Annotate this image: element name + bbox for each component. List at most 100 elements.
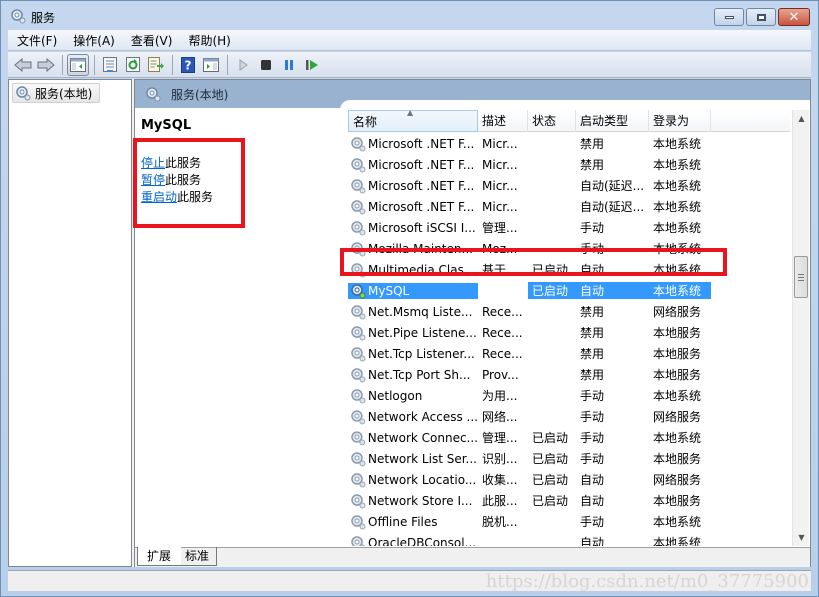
menu-action[interactable]: 操作(A) <box>65 30 123 51</box>
back-arrow-icon <box>14 57 32 72</box>
export-list-icon <box>148 57 164 72</box>
service-startup-type: 禁用 <box>580 158 605 172</box>
service-description: Prov... <box>482 367 519 382</box>
service-description: Micr... <box>482 178 518 193</box>
table-row[interactable]: Network Access ... 网络... 手动 网络服务 <box>348 406 790 427</box>
service-description: Rece... <box>482 304 523 319</box>
scroll-up-arrow-icon[interactable]: ▲ <box>793 110 810 127</box>
toolbar-separator <box>94 54 95 75</box>
table-row[interactable]: Netlogon 为用... 手动 本地系统 <box>348 385 790 406</box>
start-service-button[interactable] <box>232 54 254 76</box>
column-header-startup-type[interactable]: 启动类型 <box>576 110 649 132</box>
scrollbar-thumb[interactable] <box>794 256 808 298</box>
service-gear-icon <box>351 220 366 235</box>
service-name: Network Connec... <box>367 430 478 445</box>
menu-view[interactable]: 查看(V) <box>123 30 181 51</box>
table-row[interactable]: Network List Ser... 识别... 已启动 手动 本地服务 <box>348 448 790 469</box>
services-gear-icon <box>16 86 31 101</box>
properties-button[interactable] <box>99 54 121 76</box>
service-name: Netlogon <box>368 388 423 403</box>
pause-service-button[interactable] <box>278 54 300 76</box>
service-name: Network Access ... <box>367 409 478 424</box>
show-hide-action-pane-button[interactable] <box>200 54 222 76</box>
service-gear-icon <box>351 304 366 319</box>
table-row[interactable]: Microsoft .NET F... Micr... 自动(延迟... 本地系统 <box>348 196 790 217</box>
service-gear-icon <box>351 409 366 424</box>
service-gear-icon <box>351 514 366 529</box>
column-header-name[interactable]: ▲ 名称 <box>348 108 478 132</box>
service-name-cell: Mozilla Mainten... <box>348 241 478 257</box>
back-button[interactable] <box>12 54 34 76</box>
service-description: 为用... <box>482 389 518 403</box>
table-row[interactable]: Network Locatio... 收集... 已启动 自动 网络服务 <box>348 469 790 490</box>
stop-service-button[interactable] <box>255 54 277 76</box>
minimize-button[interactable] <box>714 8 744 26</box>
service-log-on-as: 本地服务 <box>653 326 702 340</box>
menu-help[interactable]: 帮助(H) <box>180 30 238 51</box>
restart-service-button[interactable] <box>301 54 323 76</box>
service-gear-icon <box>351 388 366 403</box>
table-row[interactable]: Microsoft .NET F... Micr... 自动(延迟... 本地系统 <box>348 175 790 196</box>
service-startup-type: 手动 <box>580 242 605 256</box>
column-label: 名称 <box>353 115 378 129</box>
service-description: Rece... <box>482 346 523 361</box>
table-row[interactable]: Net.Tcp Port Sh... Prov... 禁用 本地服务 <box>348 364 790 385</box>
table-row[interactable]: Network Store I... 此服... 已启动 自动 本地服务 <box>348 490 790 511</box>
column-label: 状态 <box>532 114 557 128</box>
service-gear-icon <box>351 178 366 193</box>
show-hide-console-tree-button[interactable] <box>67 53 89 76</box>
service-name: Microsoft .NET F... <box>368 157 475 172</box>
table-row[interactable]: Microsoft iSCSI I... 管理... 手动 本地系统 <box>348 217 790 238</box>
table-row[interactable]: Net.Tcp Listener... Rece... 禁用 本地服务 <box>348 343 790 364</box>
window-title: 服务 <box>31 11 56 25</box>
service-name-cell: Microsoft iSCSI I... <box>348 220 478 236</box>
column-header-description[interactable]: 描述 <box>478 110 528 132</box>
table-row-selected[interactable]: MySQL 已启动 自动 本地系统 <box>348 280 790 301</box>
tab-standard[interactable]: 标准 <box>177 547 217 566</box>
service-name-cell: Net.Tcp Listener... <box>348 346 478 362</box>
table-row[interactable]: Microsoft .NET F... Micr... 禁用 本地系统 <box>348 154 790 175</box>
export-list-button[interactable] <box>145 54 167 76</box>
service-startup-type: 自动 <box>580 494 605 508</box>
column-header-filler <box>711 110 790 132</box>
vertical-scrollbar[interactable]: ▲ ▼ <box>792 110 809 546</box>
service-startup-type: 自动 <box>576 282 649 299</box>
view-tabs: 扩展 标准 <box>135 547 810 567</box>
table-row[interactable]: OracleDBConsol... 自动 本地系统 <box>348 532 790 546</box>
help-button[interactable]: ? <box>177 54 199 76</box>
service-log-on-as: 本地系统 <box>653 137 702 151</box>
service-description: Moz... <box>482 241 518 256</box>
service-name: Microsoft .NET F... <box>368 178 475 193</box>
service-gear-icon <box>351 262 366 277</box>
table-row[interactable]: Offline Files 脱机... 手动 本地系统 <box>348 511 790 532</box>
table-row[interactable]: Mozilla Mainten... Moz... 手动 本地系统 <box>348 238 790 259</box>
table-row[interactable]: Net.Msmq Liste... Rece... 禁用 网络服务 <box>348 301 790 322</box>
refresh-button[interactable] <box>122 54 144 76</box>
service-name: Net.Msmq Liste... <box>368 304 473 319</box>
service-gear-icon <box>351 535 366 546</box>
service-name-cell: Network List Ser... <box>348 451 478 467</box>
close-button[interactable]: ✕ <box>778 8 810 26</box>
service-description: 网络... <box>482 410 518 424</box>
tree-item-services-local[interactable]: 服务(本地) <box>12 83 100 103</box>
play-icon <box>239 58 248 71</box>
console-tree-icon <box>70 57 86 72</box>
forward-button[interactable] <box>35 54 57 76</box>
table-row[interactable]: Multimedia Clas... 基于... 已启动 自动 本地系统 <box>348 259 790 280</box>
column-header-log-on-as[interactable]: 登录为 <box>649 110 711 132</box>
toolbar-separator <box>172 54 173 75</box>
tab-extended[interactable]: 扩展 <box>137 547 181 566</box>
table-row[interactable]: Net.Pipe Listene... Rece... 禁用 本地服务 <box>348 322 790 343</box>
table-row[interactable]: Microsoft .NET F... Micr... 禁用 本地系统 <box>348 133 790 154</box>
column-label: 描述 <box>482 114 507 128</box>
table-row[interactable]: Network Connec... 管理... 已启动 手动 本地系统 <box>348 427 790 448</box>
menu-file[interactable]: 文件(F) <box>17 30 65 51</box>
service-name-cell: Microsoft .NET F... <box>348 136 478 152</box>
column-header-status[interactable]: 状态 <box>528 110 576 132</box>
scroll-down-arrow-icon[interactable]: ▼ <box>793 529 810 546</box>
service-name-cell: MySQL <box>348 282 478 299</box>
maximize-button[interactable] <box>746 8 776 26</box>
service-gear-icon <box>351 199 366 214</box>
service-log-on-as: 网络服务 <box>653 305 702 319</box>
service-name: Microsoft .NET F... <box>368 199 475 214</box>
